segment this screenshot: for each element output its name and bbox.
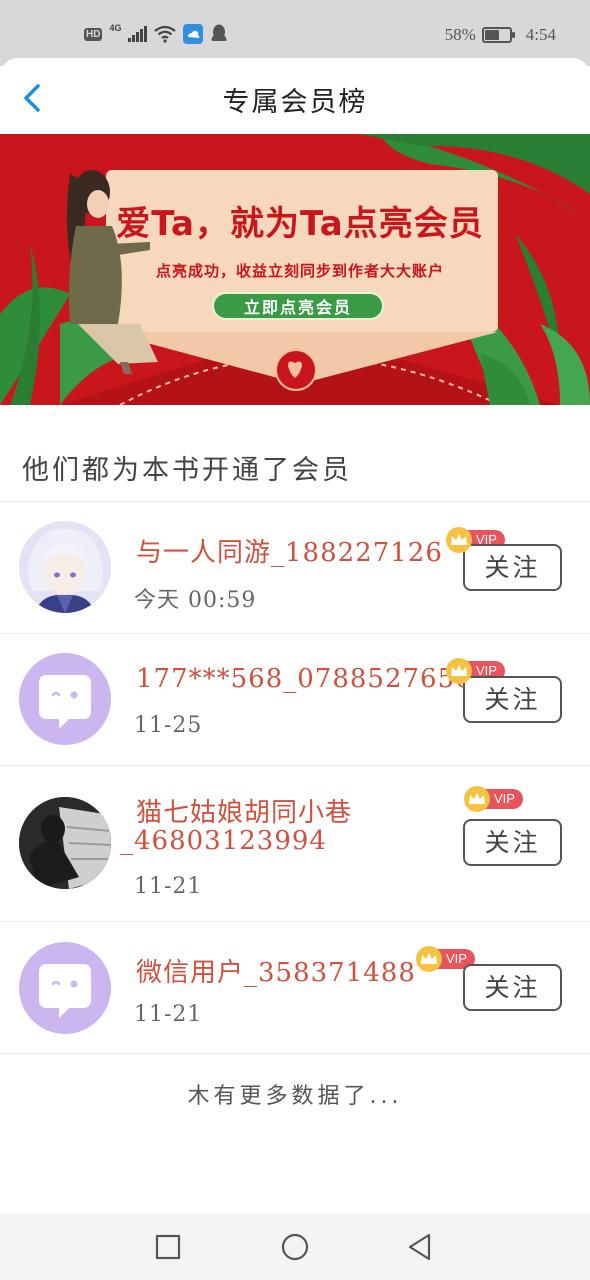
member-avatar[interactable] bbox=[19, 521, 111, 613]
battery-percent: 58% bbox=[444, 25, 476, 44]
page-title: 专属会员榜 bbox=[222, 87, 368, 118]
status-bar: HD 4G 58% 4:54 bbox=[0, 0, 590, 66]
member-name-continued[interactable]: _46803123994 bbox=[120, 826, 327, 856]
promo-banner[interactable]: 爱Ta，就为Ta点亮会员 点亮成功，收益立刻同步到作者大大账户 立即点亮会员 bbox=[0, 134, 590, 405]
follow-button[interactable]: 关注 bbox=[463, 544, 562, 591]
banner-headline: 爱Ta，就为Ta点亮会员 bbox=[116, 204, 484, 244]
member-date: 11-21 bbox=[134, 874, 203, 899]
follow-button[interactable]: 关注 bbox=[463, 819, 562, 866]
default-chat-avatar-icon bbox=[39, 964, 91, 1018]
battery-icon bbox=[481, 27, 515, 43]
crown-icon bbox=[446, 527, 472, 553]
banner-subtitle: 点亮成功，收益立刻同步到作者大大账户 bbox=[155, 262, 444, 280]
member-date: 11-25 bbox=[134, 713, 203, 738]
member-date: 今天 00:59 bbox=[134, 588, 257, 613]
member-name[interactable]: 猫七姑娘胡同小巷 bbox=[136, 792, 352, 829]
follow-button[interactable]: 关注 bbox=[463, 964, 562, 1011]
no-more-data-text: 木有更多数据了... bbox=[187, 1084, 403, 1109]
circle-icon bbox=[281, 1233, 309, 1261]
photo-avatar-image bbox=[19, 797, 111, 889]
crown-icon bbox=[464, 786, 490, 812]
triangle-back-icon bbox=[408, 1233, 431, 1261]
member-row: 与一人同游_188227126 VIP 今天 00:59 关注 bbox=[0, 502, 590, 633]
member-row: 猫七姑娘胡同小巷 _46803123994 VIP 11-21 关注 bbox=[0, 766, 590, 921]
section-title: 他们都为本书开通了会员 bbox=[22, 455, 352, 486]
member-row: 微信用户_358371488 VIP 11-21 关注 bbox=[0, 922, 590, 1053]
clock: 4:54 bbox=[525, 25, 556, 44]
hd-icon: HD bbox=[84, 27, 103, 41]
crown-icon bbox=[446, 658, 472, 684]
signal-icon bbox=[128, 26, 148, 42]
header-bar: 专属会员榜 bbox=[0, 58, 590, 134]
member-name[interactable]: 微信用户_358371488 bbox=[136, 952, 416, 989]
member-name[interactable]: 与一人同游_188227126 bbox=[136, 532, 443, 569]
network-type: 4G bbox=[109, 23, 122, 33]
system-nav-bar bbox=[0, 1214, 590, 1280]
status-right-icons: 58% 4:54 bbox=[445, 24, 556, 46]
member-avatar[interactable] bbox=[19, 797, 111, 889]
home-button[interactable] bbox=[278, 1230, 312, 1264]
anime-avatar-image bbox=[19, 521, 111, 613]
recent-apps-button[interactable] bbox=[151, 1230, 185, 1264]
qq-icon bbox=[211, 24, 227, 41]
crown-icon bbox=[416, 946, 442, 972]
system-back-button[interactable] bbox=[403, 1230, 437, 1264]
member-avatar[interactable] bbox=[19, 653, 111, 745]
square-icon bbox=[155, 1234, 181, 1260]
vip-badge: VIP bbox=[464, 786, 523, 812]
follow-button[interactable]: 关注 bbox=[463, 676, 562, 723]
member-name[interactable]: 177***568_0788527656 bbox=[136, 664, 473, 694]
default-chat-avatar-icon bbox=[39, 675, 91, 729]
weather-app-icon bbox=[183, 24, 204, 44]
member-avatar[interactable] bbox=[19, 942, 111, 1034]
member-date: 11-21 bbox=[134, 1002, 203, 1027]
divider bbox=[0, 1053, 590, 1054]
status-left-icons: HD 4G bbox=[84, 22, 228, 46]
light-up-membership-button[interactable]: 立即点亮会员 bbox=[212, 292, 384, 320]
member-row: 177***568_0788527656 VIP 11-25 关注 bbox=[0, 634, 590, 765]
wifi-icon bbox=[154, 25, 177, 43]
